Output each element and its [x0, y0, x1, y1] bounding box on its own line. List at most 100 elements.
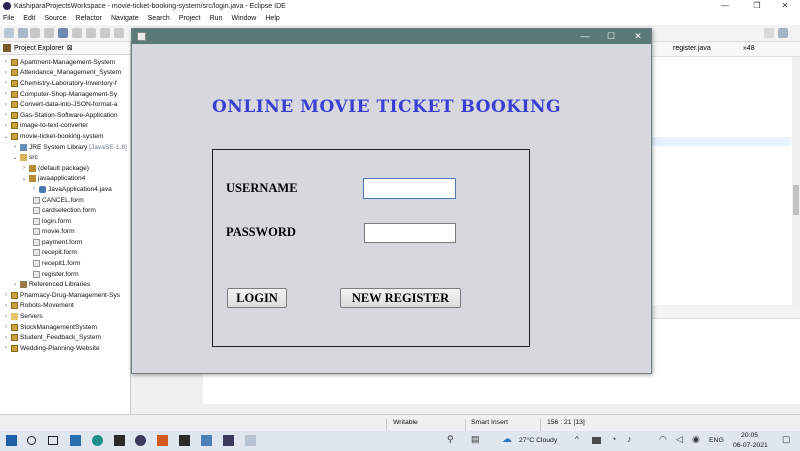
collapse-icon[interactable]: ⌄	[21, 175, 27, 182]
expand-icon[interactable]: ›	[3, 80, 9, 86]
sound-icon[interactable]: ◁	[676, 434, 687, 445]
tree-item[interactable]: payment.form	[0, 237, 130, 248]
tree-item[interactable]: recepit.form	[0, 248, 130, 259]
task-view-icon[interactable]	[48, 436, 58, 445]
network-icon[interactable]: ◔	[611, 434, 622, 445]
ide-taskbar-icon[interactable]	[223, 435, 234, 446]
menu-run[interactable]: Run	[210, 15, 223, 22]
tree-item[interactable]: ⌄ movie-ticket-booking-system	[0, 131, 130, 142]
expand-icon[interactable]: ›	[3, 314, 9, 320]
expand-icon[interactable]: ›	[12, 144, 18, 150]
menu-help[interactable]: Help	[265, 15, 279, 22]
tree-item[interactable]: cardselection.form	[0, 205, 130, 216]
tree-item[interactable]: › JRE System Library [JavaSE-1.8]	[0, 142, 130, 153]
file-explorer-icon[interactable]	[70, 435, 81, 446]
notepad-taskbar-icon[interactable]	[201, 435, 212, 446]
language-indicator[interactable]: ENG	[709, 437, 724, 444]
tree-item[interactable]: › Student_Feedback_System	[0, 332, 130, 343]
weather-text[interactable]: 27°C Cloudy	[519, 437, 557, 444]
expand-icon[interactable]: ›	[3, 324, 9, 330]
tree-item[interactable]: recepit1.form	[0, 258, 130, 269]
window-maximize-button[interactable]: ☐	[598, 29, 624, 44]
menu-edit[interactable]: Edit	[23, 15, 35, 22]
collapse-icon[interactable]: ⌄	[3, 133, 9, 140]
password-input[interactable]	[364, 223, 456, 243]
editor-area[interactable]	[651, 57, 800, 305]
collapse-icon[interactable]: ⌄	[12, 154, 18, 161]
menu-refactor[interactable]: Refactor	[76, 15, 102, 22]
terminal-taskbar-icon[interactable]	[179, 435, 190, 446]
skip-icon[interactable]	[72, 28, 82, 38]
tree-item[interactable]: › image-to-text-converter	[0, 121, 130, 132]
tree-item[interactable]: › Servers	[0, 311, 130, 322]
terminal-icon[interactable]	[58, 28, 68, 38]
tree-item[interactable]: movie.form	[0, 227, 130, 238]
clock-time[interactable]: 20:05	[741, 432, 758, 439]
ide-minimize-button[interactable]: —	[710, 0, 740, 12]
wifi-icon[interactable]: ◠	[659, 434, 670, 445]
suspend-icon[interactable]	[86, 28, 96, 38]
login-button[interactable]: LOGIN	[227, 288, 287, 308]
expand-icon[interactable]: ›	[3, 335, 9, 341]
tree-item[interactable]: ⌄ src	[0, 152, 130, 163]
new-register-button[interactable]: NEW REGISTER	[340, 288, 461, 308]
editor-scroll-thumb[interactable]	[793, 185, 799, 215]
tree-item[interactable]: › Pharmacy-Drug-Management-Sys	[0, 290, 130, 301]
quick-access-icon[interactable]	[764, 28, 774, 38]
tree-item[interactable]: › Referenced Libraries	[0, 279, 130, 290]
terminate-icon[interactable]	[100, 28, 110, 38]
tree-item[interactable]: › Gas-Station-Software-Application	[0, 110, 130, 121]
editor-tab-register[interactable]: register.java	[673, 45, 711, 52]
expand-icon[interactable]: ›	[3, 112, 9, 118]
weather-icon[interactable]: ☁	[502, 434, 513, 445]
window-close-button[interactable]: ✕	[625, 29, 651, 44]
tree-item[interactable]: › Wedding-Planning-Website	[0, 343, 130, 354]
expand-icon[interactable]: ›	[3, 345, 9, 351]
tree-item[interactable]: › (default package)	[0, 163, 130, 174]
expand-icon[interactable]: ›	[3, 292, 9, 298]
search-icon[interactable]	[27, 436, 36, 445]
tree-item[interactable]: ⌄ javaapplication4	[0, 174, 130, 185]
expand-icon[interactable]: ›	[3, 70, 9, 76]
editor-vertical-scrollbar[interactable]	[792, 57, 800, 305]
expand-icon[interactable]: ›	[21, 165, 27, 171]
tree-item[interactable]: login.form	[0, 216, 130, 227]
save-all-icon[interactable]	[30, 28, 40, 38]
tree-item[interactable]: › Computer-Shop-Management-Sy	[0, 89, 130, 100]
tree-item[interactable]: register.form	[0, 269, 130, 280]
tree-item[interactable]: › Robots-Movement	[0, 301, 130, 312]
news-icon[interactable]: ▤	[471, 434, 482, 445]
disconnect-icon[interactable]	[114, 28, 124, 38]
cmd-icon[interactable]	[114, 435, 125, 446]
bluetooth-icon[interactable]: ◉	[692, 434, 703, 445]
menu-window[interactable]: Window	[231, 15, 256, 22]
ide-close-button[interactable]: ✕	[770, 0, 800, 12]
menu-navigate[interactable]: Navigate	[111, 15, 139, 22]
eclipse-taskbar-icon[interactable]	[135, 435, 146, 446]
menu-file[interactable]: File	[3, 15, 14, 22]
menu-search[interactable]: Search	[148, 15, 170, 22]
tree-item[interactable]: › JavaApplication4.java	[0, 184, 130, 195]
tree-item[interactable]: › Attendance_Management_System	[0, 68, 130, 79]
window-minimize-button[interactable]: —	[572, 29, 598, 44]
tree-item[interactable]: › Convert-data-into-JSON-format-a	[0, 99, 130, 110]
java-app-taskbar-icon[interactable]	[245, 435, 256, 446]
ide-restore-button[interactable]: ❐	[742, 0, 772, 12]
menu-project[interactable]: Project	[179, 15, 201, 22]
notification-icon[interactable]: ▢	[782, 434, 793, 445]
tree-item[interactable]: › Apartment-Management-System	[0, 57, 130, 68]
tree-item[interactable]: › Chemistry-Laboratory-Inventory-f	[0, 78, 130, 89]
perspective-icon[interactable]	[778, 28, 788, 38]
expand-icon[interactable]: ›	[3, 91, 9, 97]
username-input[interactable]	[363, 178, 456, 199]
new-icon[interactable]	[4, 28, 14, 38]
volume-icon[interactable]: ♪	[627, 434, 638, 445]
edge-browser-icon[interactable]	[92, 435, 103, 446]
battery-icon[interactable]	[592, 437, 601, 444]
expand-icon[interactable]: ›	[31, 186, 37, 192]
expand-icon[interactable]: ›	[3, 102, 9, 108]
expand-icon[interactable]: ›	[12, 282, 18, 288]
people-icon[interactable]: ⚲	[447, 434, 458, 445]
menu-source[interactable]: Source	[44, 15, 66, 22]
tree-item[interactable]: › StockManagementSystem	[0, 322, 130, 333]
